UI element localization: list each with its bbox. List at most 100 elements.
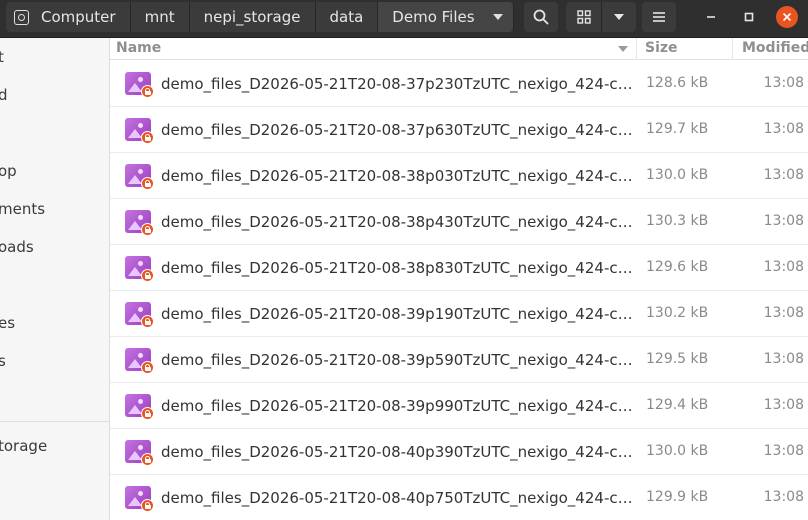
sun-shape: [138, 77, 143, 82]
file-size: 128.6 kB: [646, 75, 709, 91]
mountain-shape: [128, 175, 142, 184]
file-modified: 13:08: [763, 489, 804, 505]
lock-icon: [141, 131, 154, 144]
breadcrumb-label: nepi_storage: [203, 8, 301, 26]
grid-view-button[interactable]: [566, 2, 601, 32]
mountain-shape: [128, 405, 142, 414]
file-row[interactable]: demo_files_D2026-05-21T20-08-39p190TzUTC…: [110, 291, 808, 337]
lock-icon: [141, 269, 154, 282]
mountain-shape: [128, 359, 142, 368]
breadcrumb-demo-files[interactable]: Demo Files: [378, 2, 514, 32]
file-modified: 13:08: [763, 305, 804, 321]
file-name: demo_files_D2026-05-21T20-08-38p830TzUTC…: [161, 259, 633, 277]
sun-shape: [138, 307, 143, 312]
sidebar-item[interactable]: oads: [0, 238, 34, 256]
column-divider[interactable]: [732, 38, 733, 60]
mountain-shape: [128, 267, 142, 276]
mountain-shape: [128, 313, 142, 322]
mountain-shape: [128, 129, 142, 138]
file-size: 129.4 kB: [646, 397, 709, 413]
sidebar-item[interactable]: ments: [0, 200, 45, 218]
column-header-size[interactable]: Size: [645, 40, 678, 56]
image-file-icon: [125, 118, 154, 144]
minimize-button[interactable]: [696, 2, 726, 32]
lock-icon: [141, 85, 154, 98]
column-header-modified[interactable]: Modified: [742, 40, 808, 56]
sidebar-item[interactable]: t: [0, 48, 4, 66]
maximize-button[interactable]: [734, 2, 764, 32]
file-name: demo_files_D2026-05-21T20-08-39p990TzUTC…: [161, 397, 633, 415]
file-name: demo_files_D2026-05-21T20-08-37p230TzUTC…: [161, 75, 633, 93]
column-header-name[interactable]: Name: [116, 40, 161, 56]
file-size: 130.3 kB: [646, 213, 709, 229]
search-button[interactable]: [524, 2, 558, 32]
close-button[interactable]: [772, 2, 802, 32]
lock-icon: [141, 453, 154, 466]
file-modified: 13:08: [763, 167, 804, 183]
file-row[interactable]: demo_files_D2026-05-21T20-08-38p430TzUTC…: [110, 199, 808, 245]
file-size: 129.9 kB: [646, 489, 709, 505]
breadcrumb-nepi-storage[interactable]: nepi_storage: [189, 2, 316, 32]
hamburger-menu-icon: [653, 12, 665, 22]
file-size: 129.5 kB: [646, 351, 709, 367]
mountain-shape: [128, 221, 142, 230]
lock-icon: [141, 315, 154, 328]
file-row[interactable]: demo_files_D2026-05-21T20-08-37p230TzUTC…: [110, 61, 808, 107]
file-name: demo_files_D2026-05-21T20-08-39p190TzUTC…: [161, 305, 633, 323]
file-modified: 13:08: [763, 259, 804, 275]
file-row[interactable]: demo_files_D2026-05-21T20-08-37p630TzUTC…: [110, 107, 808, 153]
sidebar-item[interactable]: s: [0, 352, 6, 370]
image-file-icon: [125, 486, 154, 512]
breadcrumb-mnt[interactable]: mnt: [130, 2, 190, 32]
file-modified: 13:08: [763, 75, 804, 91]
file-name: demo_files_D2026-05-21T20-08-40p390TzUTC…: [161, 443, 633, 461]
chevron-down-icon[interactable]: [492, 14, 503, 20]
file-modified: 13:08: [763, 121, 804, 137]
search-icon: [533, 9, 549, 25]
column-divider[interactable]: [636, 38, 637, 60]
view-toggle-group: [566, 2, 636, 32]
view-options-button[interactable]: [601, 2, 636, 32]
image-file-icon: [125, 256, 154, 282]
sidebar-separator: [0, 421, 109, 422]
minimize-icon: [707, 16, 715, 18]
drive-icon: [14, 9, 29, 25]
sun-shape: [138, 215, 143, 220]
breadcrumb-computer[interactable]: Computer: [6, 2, 131, 32]
image-file-icon: [125, 210, 154, 236]
file-modified: 13:08: [763, 213, 804, 229]
sun-shape: [138, 261, 143, 266]
file-row[interactable]: demo_files_D2026-05-21T20-08-38p030TzUTC…: [110, 153, 808, 199]
sidebar-item[interactable]: es: [0, 314, 15, 332]
mountain-shape: [128, 83, 142, 92]
file-row[interactable]: demo_files_D2026-05-21T20-08-39p990TzUTC…: [110, 383, 808, 429]
breadcrumb-label: Demo Files: [392, 8, 475, 26]
sidebar-item[interactable]: d: [0, 86, 8, 104]
image-file-icon: [125, 72, 154, 98]
breadcrumb-data[interactable]: data: [315, 2, 379, 32]
file-row[interactable]: demo_files_D2026-05-21T20-08-38p830TzUTC…: [110, 245, 808, 291]
close-icon: [776, 6, 798, 28]
lock-icon: [141, 223, 154, 236]
file-row[interactable]: demo_files_D2026-05-21T20-08-40p390TzUTC…: [110, 429, 808, 475]
breadcrumb-label: Computer: [41, 8, 116, 26]
places-sidebar: t d op ments oads es s torage: [0, 38, 110, 520]
main-menu-button[interactable]: [642, 2, 676, 32]
column-header-row: Name Size Modified: [110, 38, 808, 60]
file-modified: 13:08: [763, 443, 804, 459]
file-size: 130.0 kB: [646, 167, 709, 183]
breadcrumb-label: data: [329, 8, 364, 26]
file-name: demo_files_D2026-05-21T20-08-39p590TzUTC…: [161, 351, 633, 369]
sun-shape: [138, 353, 143, 358]
sun-shape: [138, 399, 143, 404]
file-row[interactable]: demo_files_D2026-05-21T20-08-39p590TzUTC…: [110, 337, 808, 383]
file-row[interactable]: demo_files_D2026-05-21T20-08-40p750TzUTC…: [110, 475, 808, 520]
image-file-icon: [125, 394, 154, 420]
grid-view-icon: [576, 10, 591, 24]
sort-descending-icon: [618, 46, 628, 52]
sun-shape: [138, 491, 143, 496]
lock-icon: [141, 407, 154, 420]
header-bar: Computer mnt nepi_storage data Demo File…: [0, 0, 808, 38]
sidebar-item[interactable]: op: [0, 162, 17, 180]
sidebar-item[interactable]: torage: [0, 437, 47, 455]
